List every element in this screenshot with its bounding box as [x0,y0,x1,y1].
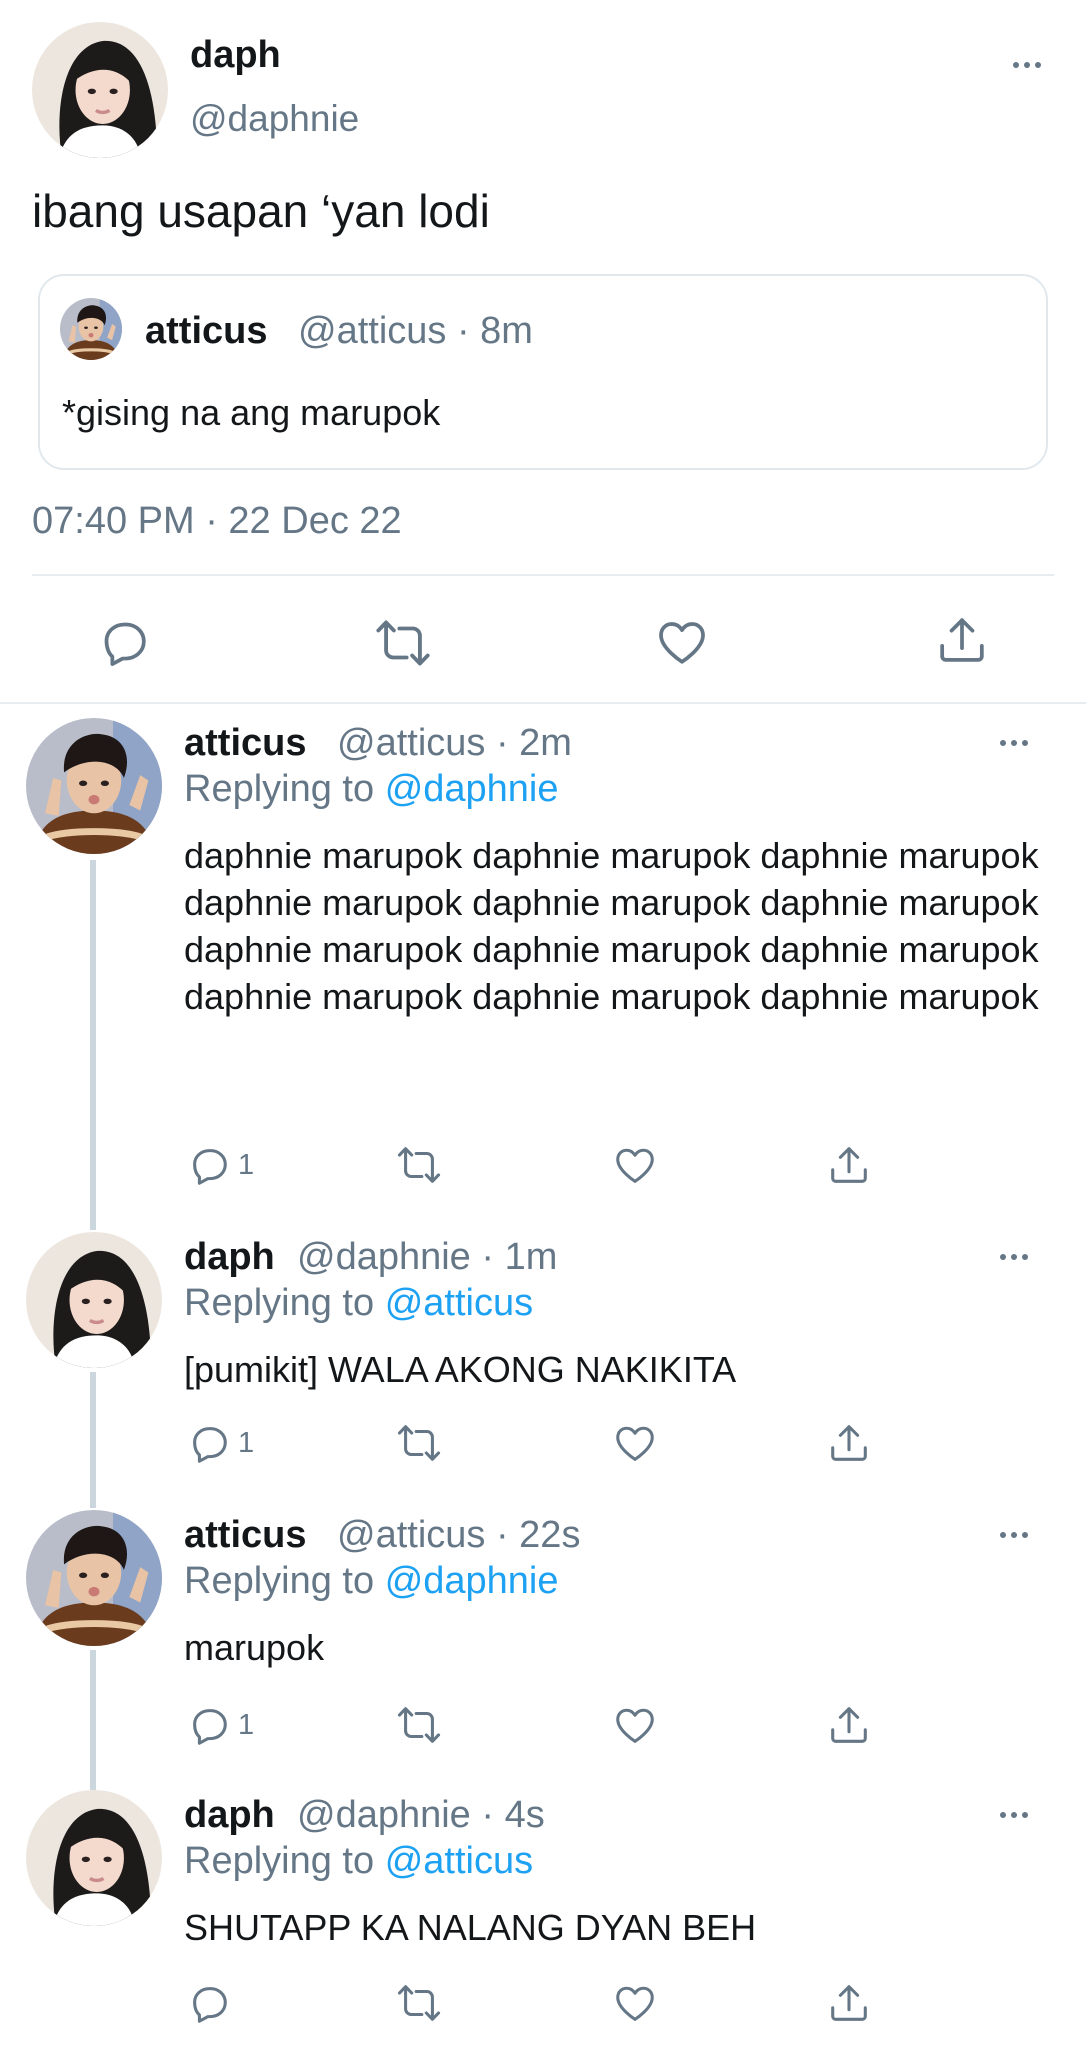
share-button[interactable] [826,1420,872,1466]
replying-to-link[interactable]: @daphnie [385,768,559,810]
more-options-icon[interactable] [1000,1254,1028,1260]
replying-to: Replying to @atticus [184,1282,533,1325]
more-options-icon[interactable] [1000,740,1028,746]
share-icon [826,1702,872,1748]
replying-to-link[interactable]: @daphnie [385,1560,559,1602]
reply-icon [96,614,152,670]
quoted-author-name: atticus [145,310,268,352]
avatar[interactable] [26,718,162,854]
replying-to-label: Replying to [184,768,375,810]
reply-button[interactable]: 1 [186,1702,254,1748]
profile-photo-atticus [26,718,162,854]
share-button[interactable] [934,612,990,668]
heart-icon [612,1420,658,1466]
profile-photo-daph [32,22,168,158]
avatar[interactable] [26,1790,162,1926]
heart-icon [612,1142,658,1188]
reply-author-name[interactable]: atticus [184,722,306,765]
reply-text: marupok [184,1627,325,1668]
more-options-icon[interactable] [1000,1532,1028,1538]
profile-photo-daph [26,1790,162,1926]
more-options-icon[interactable] [1013,62,1041,68]
avatar [60,298,122,360]
share-button[interactable] [826,1702,872,1748]
reply-text: SHUTAPP KA NALANG DYAN BEH [184,1907,757,1948]
reply-author-name[interactable]: daph [184,1236,275,1279]
share-icon [826,1980,872,2026]
retweet-icon [396,1142,442,1188]
retweet-button[interactable] [396,1142,442,1188]
quoted-tweet[interactable]: atticus @atticus · 8m *gising na ang mar… [38,274,1048,470]
heart-icon [612,1702,658,1748]
tweet-timestamp: 07:40 PM · 22 Dec 22 [32,500,402,542]
share-icon [826,1420,872,1466]
reply-icon [186,1420,232,1466]
reply-icon [186,1702,232,1748]
retweet-button[interactable] [396,1702,442,1748]
quoted-author-meta: @atticus · 8m [298,310,533,352]
heart-icon [654,614,710,670]
share-button[interactable] [826,1980,872,2026]
author-name[interactable]: daph [190,34,281,77]
thread-line [90,860,96,1230]
avatar[interactable] [26,1510,162,1646]
replying-to: Replying to @daphnie [184,768,559,811]
share-icon [826,1142,872,1188]
replying-to-link[interactable]: @atticus [385,1282,533,1324]
reply-count: 1 [238,1426,255,1459]
reply-button[interactable] [186,1980,238,2026]
section-divider [0,702,1086,704]
replying-to-link[interactable]: @atticus [385,1840,533,1882]
quoted-tweet-text: *gising na ang marupok [62,392,441,433]
reply-count: 1 [238,1708,255,1741]
profile-photo-atticus [60,298,122,360]
reply-author-name[interactable]: atticus [184,1514,306,1557]
author-handle[interactable]: @daphnie [190,98,359,140]
replying-to: Replying to @daphnie [184,1560,559,1603]
reply-button[interactable] [96,614,152,670]
thread-line [90,1372,96,1508]
avatar[interactable] [32,22,168,158]
like-button[interactable] [612,1420,658,1466]
reply-author-meta: @atticus · 22s [337,1514,581,1556]
share-icon [934,612,990,668]
reply-author-meta: @atticus · 2m [337,722,572,764]
divider [32,574,1054,576]
like-button[interactable] [612,1980,658,2026]
replying-to-label: Replying to [184,1560,375,1602]
reply-text: [pumikit] WALA AKONG NAKIKITA [184,1349,737,1390]
more-options-icon[interactable] [1000,1812,1028,1818]
reply-button[interactable]: 1 [186,1420,254,1466]
retweet-icon [396,1702,442,1748]
retweet-icon [374,614,432,672]
like-button[interactable] [612,1702,658,1748]
replying-to: Replying to @atticus [184,1840,533,1883]
replying-to-label: Replying to [184,1840,375,1882]
profile-photo-daph [26,1232,162,1368]
like-button[interactable] [654,614,710,670]
reply-author-meta: @daphnie · 4s [297,1794,545,1836]
reply-icon [186,1980,232,2026]
profile-photo-atticus [26,1510,162,1646]
retweet-icon [396,1420,442,1466]
reply-count: 1 [238,1148,255,1181]
avatar[interactable] [26,1232,162,1368]
heart-icon [612,1980,658,2026]
thread-line [90,1650,96,1790]
reply-icon [186,1142,232,1188]
retweet-button[interactable] [374,614,432,672]
retweet-icon [396,1980,442,2026]
reply-author-name[interactable]: daph [184,1794,275,1837]
reply-button[interactable]: 1 [186,1142,254,1188]
share-button[interactable] [826,1142,872,1188]
reply-text: daphnie marupok daphnie marupok daphnie … [184,835,1039,1017]
like-button[interactable] [612,1142,658,1188]
tweet-text: ibang usapan ‘yan lodi [32,185,490,237]
retweet-button[interactable] [396,1980,442,2026]
replying-to-label: Replying to [184,1282,375,1324]
retweet-button[interactable] [396,1420,442,1466]
reply-author-meta: @daphnie · 1m [297,1236,558,1278]
